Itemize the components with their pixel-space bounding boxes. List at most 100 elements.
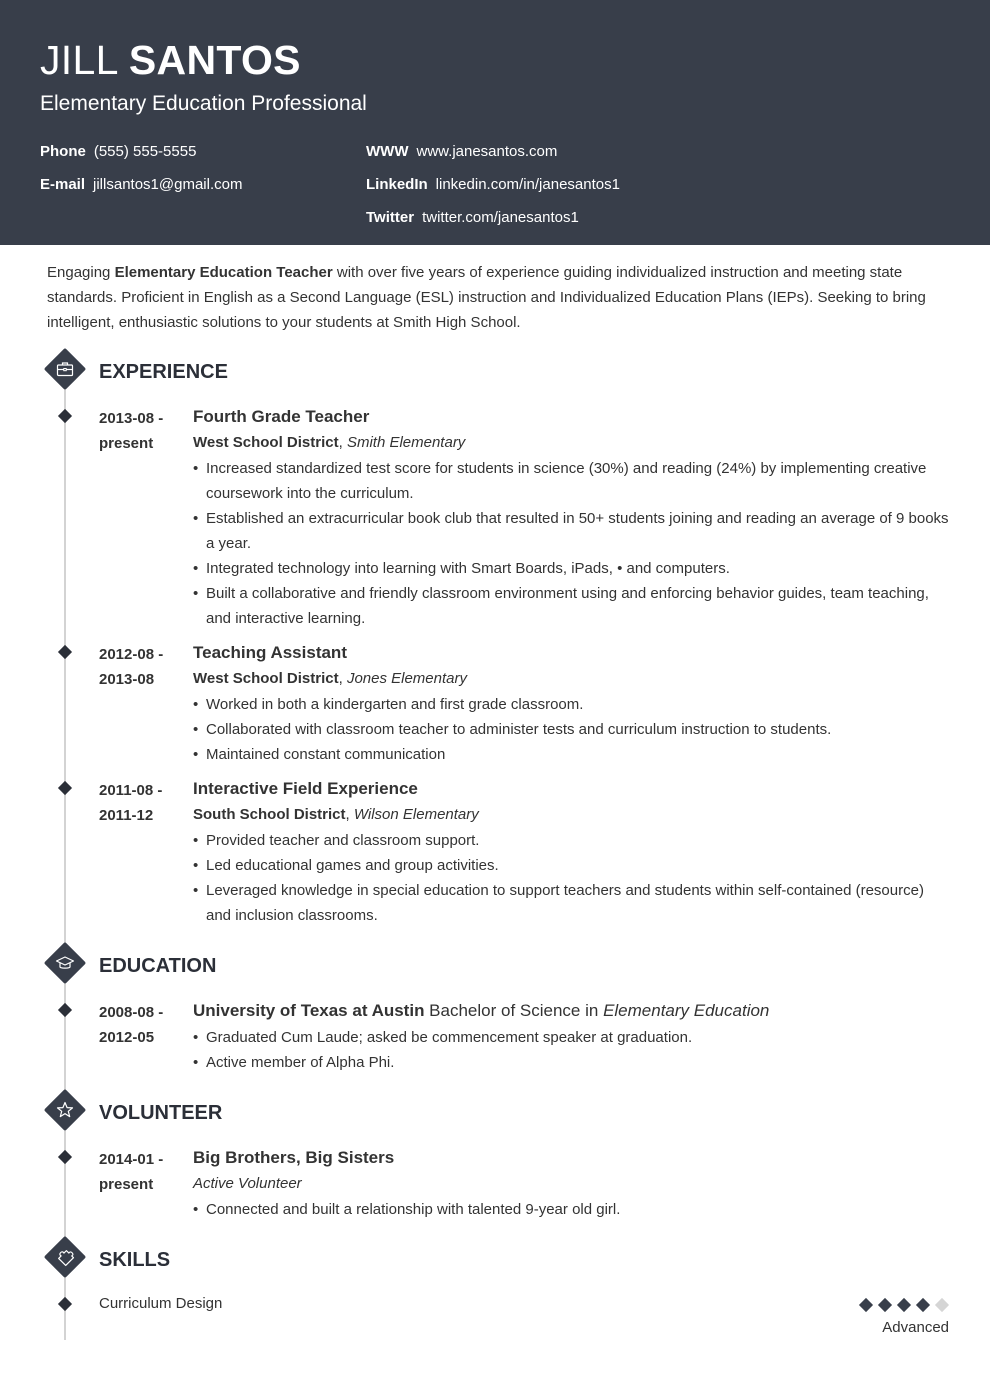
experience-entry: Interactive Field Experience South Schoo… (193, 777, 953, 928)
entry-date: 2008-08 - 2012-05 (99, 1000, 163, 1050)
skill-rating (858, 1297, 950, 1313)
contact-email: E-mail jillsantos1@gmail.com (40, 176, 242, 194)
list-item: Collaborated with classroom teacher to a… (193, 717, 953, 742)
responsibility-list: Increased standardized test score for st… (193, 456, 953, 631)
briefcase-icon (56, 362, 74, 377)
timeline-marker (57, 644, 73, 660)
employer: South School District, Wilson Elementary (193, 806, 479, 823)
list-item: Graduated Cum Laude; asked be commenceme… (193, 1025, 953, 1050)
contact-twitter: Twitter twitter.com/janesantos1 (366, 209, 579, 227)
list-item: Active member of Alpha Phi. (193, 1050, 953, 1075)
list-item: Led educational games and group activiti… (193, 853, 953, 878)
employer-place: Wilson Elementary (353, 806, 479, 823)
contact-value[interactable]: jillsantos1@gmail.com (93, 176, 242, 193)
list-item: Provided teacher and classroom support. (193, 828, 953, 853)
contact-value[interactable]: www.janesantos.com (416, 143, 557, 160)
job-title: Interactive Field Experience (193, 779, 418, 798)
last-name: SANTOS (128, 37, 301, 83)
timeline-marker (57, 780, 73, 796)
employer-org: South School District (193, 806, 346, 823)
list-item: Integrated technology into learning with… (193, 556, 953, 581)
role: Active Volunteer (193, 1175, 302, 1192)
employer-place: Smith Elementary (346, 434, 466, 451)
list-item: Maintained constant communication (193, 742, 953, 767)
volunteer-section-icon (43, 1088, 87, 1132)
resume-header: JILL SANTOS Elementary Education Profess… (0, 0, 990, 245)
timeline-marker (57, 1296, 73, 1312)
date-end: 2012-05 (99, 1029, 155, 1046)
summary-highlight: Elementary Education Teacher (114, 264, 333, 281)
degree-line: University of Texas at Austin Bachelor o… (193, 999, 953, 1023)
date-end: present (99, 435, 154, 452)
field-of-study: Elementary Education (603, 1001, 770, 1020)
date-start: 2011-08 - (99, 782, 163, 799)
rating-diamond-filled (896, 1297, 912, 1313)
skill-name: Curriculum Design (99, 1295, 223, 1312)
volunteer-entry: Big Brothers, Big Sisters Active Volunte… (193, 1146, 953, 1222)
contact-label: LinkedIn (366, 176, 428, 193)
activity-list: Connected and built a relationship with … (193, 1197, 953, 1222)
list-item: Increased standardized test score for st… (193, 456, 953, 506)
graduation-cap-icon (55, 956, 75, 969)
skills-section-icon (43, 1235, 87, 1279)
entry-date: 2012-08 - 2013-08 (99, 642, 163, 692)
puzzle-piece-icon (58, 1250, 75, 1267)
contact-value[interactable]: (555) 555-5555 (94, 143, 197, 160)
contact-label: E-mail (40, 176, 86, 193)
job-title: Teaching Assistant (193, 643, 347, 662)
rating-diamond-filled (915, 1297, 931, 1313)
rating-diamond-filled (877, 1297, 893, 1313)
candidate-title: Elementary Education Professional (40, 92, 367, 115)
date-end: 2013-08 (99, 671, 155, 688)
contact-website: WWW www.janesantos.com (366, 143, 557, 161)
employer-org: West School District (193, 434, 339, 451)
employer-org: West School District (193, 670, 339, 687)
achievement-list: Graduated Cum Laude; asked be commenceme… (193, 1025, 953, 1075)
star-icon (56, 1101, 74, 1118)
responsibility-list: Worked in both a kindergarten and first … (193, 692, 953, 767)
first-name: JILL (40, 37, 118, 83)
contact-linkedin: LinkedIn linkedin.com/in/janesantos1 (366, 176, 620, 194)
job-title: Fourth Grade Teacher (193, 407, 370, 426)
entry-date: 2014-01 - present (99, 1147, 163, 1197)
contact-value[interactable]: twitter.com/janesantos1 (422, 209, 579, 226)
list-item: Established an extracurricular book club… (193, 506, 953, 556)
professional-summary: Engaging Elementary Education Teacher wi… (47, 260, 957, 335)
skill-level: Advanced (882, 1319, 949, 1336)
experience-entry: Fourth Grade Teacher West School Distric… (193, 405, 953, 631)
list-item: Leveraged knowledge in special education… (193, 878, 953, 928)
date-end: 2011-12 (99, 807, 154, 824)
timeline-line (64, 380, 66, 1340)
organization-name: Big Brothers, Big Sisters (193, 1148, 395, 1167)
rating-diamond-empty (934, 1297, 950, 1313)
employer-place: Jones Elementary (346, 670, 467, 687)
section-title-volunteer: VOLUNTEER (99, 1102, 223, 1124)
candidate-name: JILL SANTOS (40, 36, 301, 84)
date-start: 2013-08 - (99, 410, 164, 427)
timeline-marker (57, 1149, 73, 1165)
contact-label: Twitter (366, 209, 415, 226)
contact-label: WWW (366, 143, 409, 160)
contact-phone: Phone (555) 555-5555 (40, 143, 196, 161)
list-item: Connected and built a relationship with … (193, 1197, 953, 1222)
education-section-icon (43, 941, 87, 985)
entry-date: 2013-08 - present (99, 406, 163, 456)
section-title-skills: SKILLS (99, 1249, 171, 1271)
date-end: present (99, 1176, 154, 1193)
list-item: Built a collaborative and friendly class… (193, 581, 953, 631)
degree: Bachelor of Science in (424, 1001, 604, 1020)
rating-diamond-filled (858, 1297, 874, 1313)
summary-text: Engaging (47, 264, 115, 281)
school-name: University of Texas at Austin (193, 1001, 425, 1020)
experience-entry: Teaching Assistant West School District,… (193, 641, 953, 767)
date-start: 2014-01 - (99, 1151, 164, 1168)
responsibility-list: Provided teacher and classroom support. … (193, 828, 953, 928)
contact-value[interactable]: linkedin.com/in/janesantos1 (436, 176, 620, 193)
date-start: 2012-08 - (99, 646, 164, 663)
employer: West School District, Smith Elementary (193, 434, 466, 451)
education-entry: University of Texas at Austin Bachelor o… (193, 999, 953, 1075)
entry-date: 2011-08 - 2011-12 (99, 778, 162, 828)
timeline-marker (57, 408, 73, 424)
employer: West School District, Jones Elementary (193, 670, 467, 687)
section-title-education: EDUCATION (99, 955, 217, 977)
